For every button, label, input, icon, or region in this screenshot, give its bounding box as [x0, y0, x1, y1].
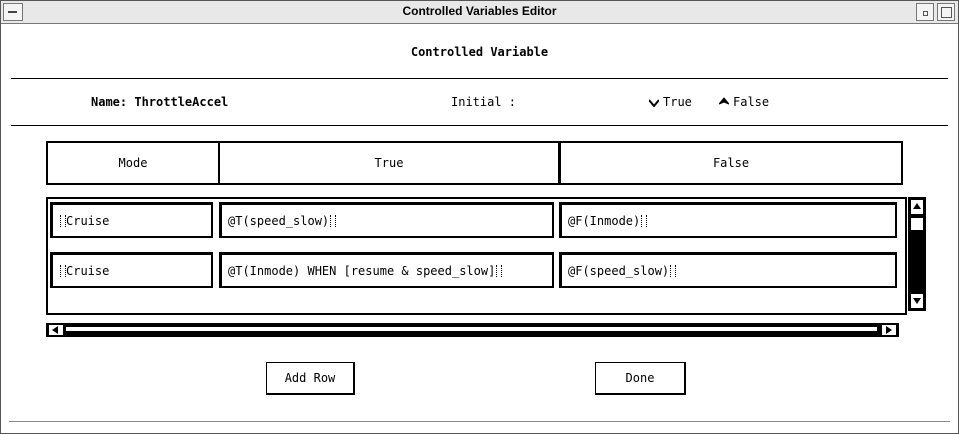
column-header-true: True — [218, 141, 560, 185]
cell-text: @F(speed_slow) — [568, 263, 670, 278]
radio-true-label: True — [663, 95, 692, 109]
window-title: Controlled Variables Editor — [402, 4, 557, 18]
scroll-left-arrow-icon[interactable] — [48, 324, 64, 336]
diamond-open-icon — [649, 99, 659, 107]
section-title: Controlled Variable — [410, 45, 549, 59]
initial-label: Initial : — [451, 95, 517, 109]
true-input-row2[interactable]: @T(Inmode) WHEN [resume & speed_slow] — [219, 252, 554, 288]
cell-text: @F(Inmode) — [568, 213, 641, 228]
scroll-right-arrow-icon[interactable] — [881, 324, 897, 336]
divider — [11, 125, 948, 126]
diamond-filled-icon — [719, 97, 729, 105]
scroll-thumb[interactable] — [910, 217, 924, 231]
column-header-mode: Mode — [46, 141, 220, 185]
radio-false-label: False — [733, 95, 770, 109]
cell-text: @T(Inmode) WHEN [resume & speed_slow] — [228, 263, 496, 278]
true-input-row1[interactable]: @T(speed_slow) — [219, 202, 554, 238]
mode-input-row2[interactable]: Cruise — [50, 252, 213, 288]
cell-text: @T(speed_slow) — [228, 213, 330, 228]
text-cursor — [670, 264, 677, 277]
horizontal-scrollbar[interactable] — [46, 323, 899, 337]
add-row-button[interactable]: Add Row — [266, 362, 355, 395]
variable-name-label: Name: ThrottleAccel — [91, 95, 229, 109]
radio-false[interactable]: False — [719, 95, 769, 109]
scroll-down-arrow-icon[interactable] — [910, 293, 924, 309]
scroll-track[interactable] — [66, 327, 877, 331]
minimize-button[interactable] — [916, 3, 934, 21]
done-button[interactable]: Done — [595, 362, 686, 395]
scroll-up-arrow-icon[interactable] — [910, 199, 924, 215]
text-cursor — [641, 214, 648, 227]
false-input-row1[interactable]: @F(Inmode) — [559, 202, 897, 238]
false-input-row2[interactable]: @F(speed_slow) — [559, 252, 897, 288]
divider — [9, 421, 950, 422]
maximize-button[interactable] — [937, 3, 955, 21]
column-header-false: False — [559, 141, 903, 185]
cell-text: Cruise — [66, 213, 110, 228]
vertical-scrollbar[interactable] — [908, 197, 926, 311]
text-cursor — [330, 214, 337, 227]
radio-true[interactable]: True — [649, 95, 692, 109]
text-cursor — [496, 264, 503, 277]
mode-input-row1[interactable]: Cruise — [50, 202, 213, 238]
cell-text: Cruise — [66, 263, 110, 278]
divider — [11, 78, 948, 79]
title-bar: Controlled Variables Editor — [1, 1, 958, 24]
window-frame: Controlled Variables Editor Controlled V… — [0, 0, 959, 434]
